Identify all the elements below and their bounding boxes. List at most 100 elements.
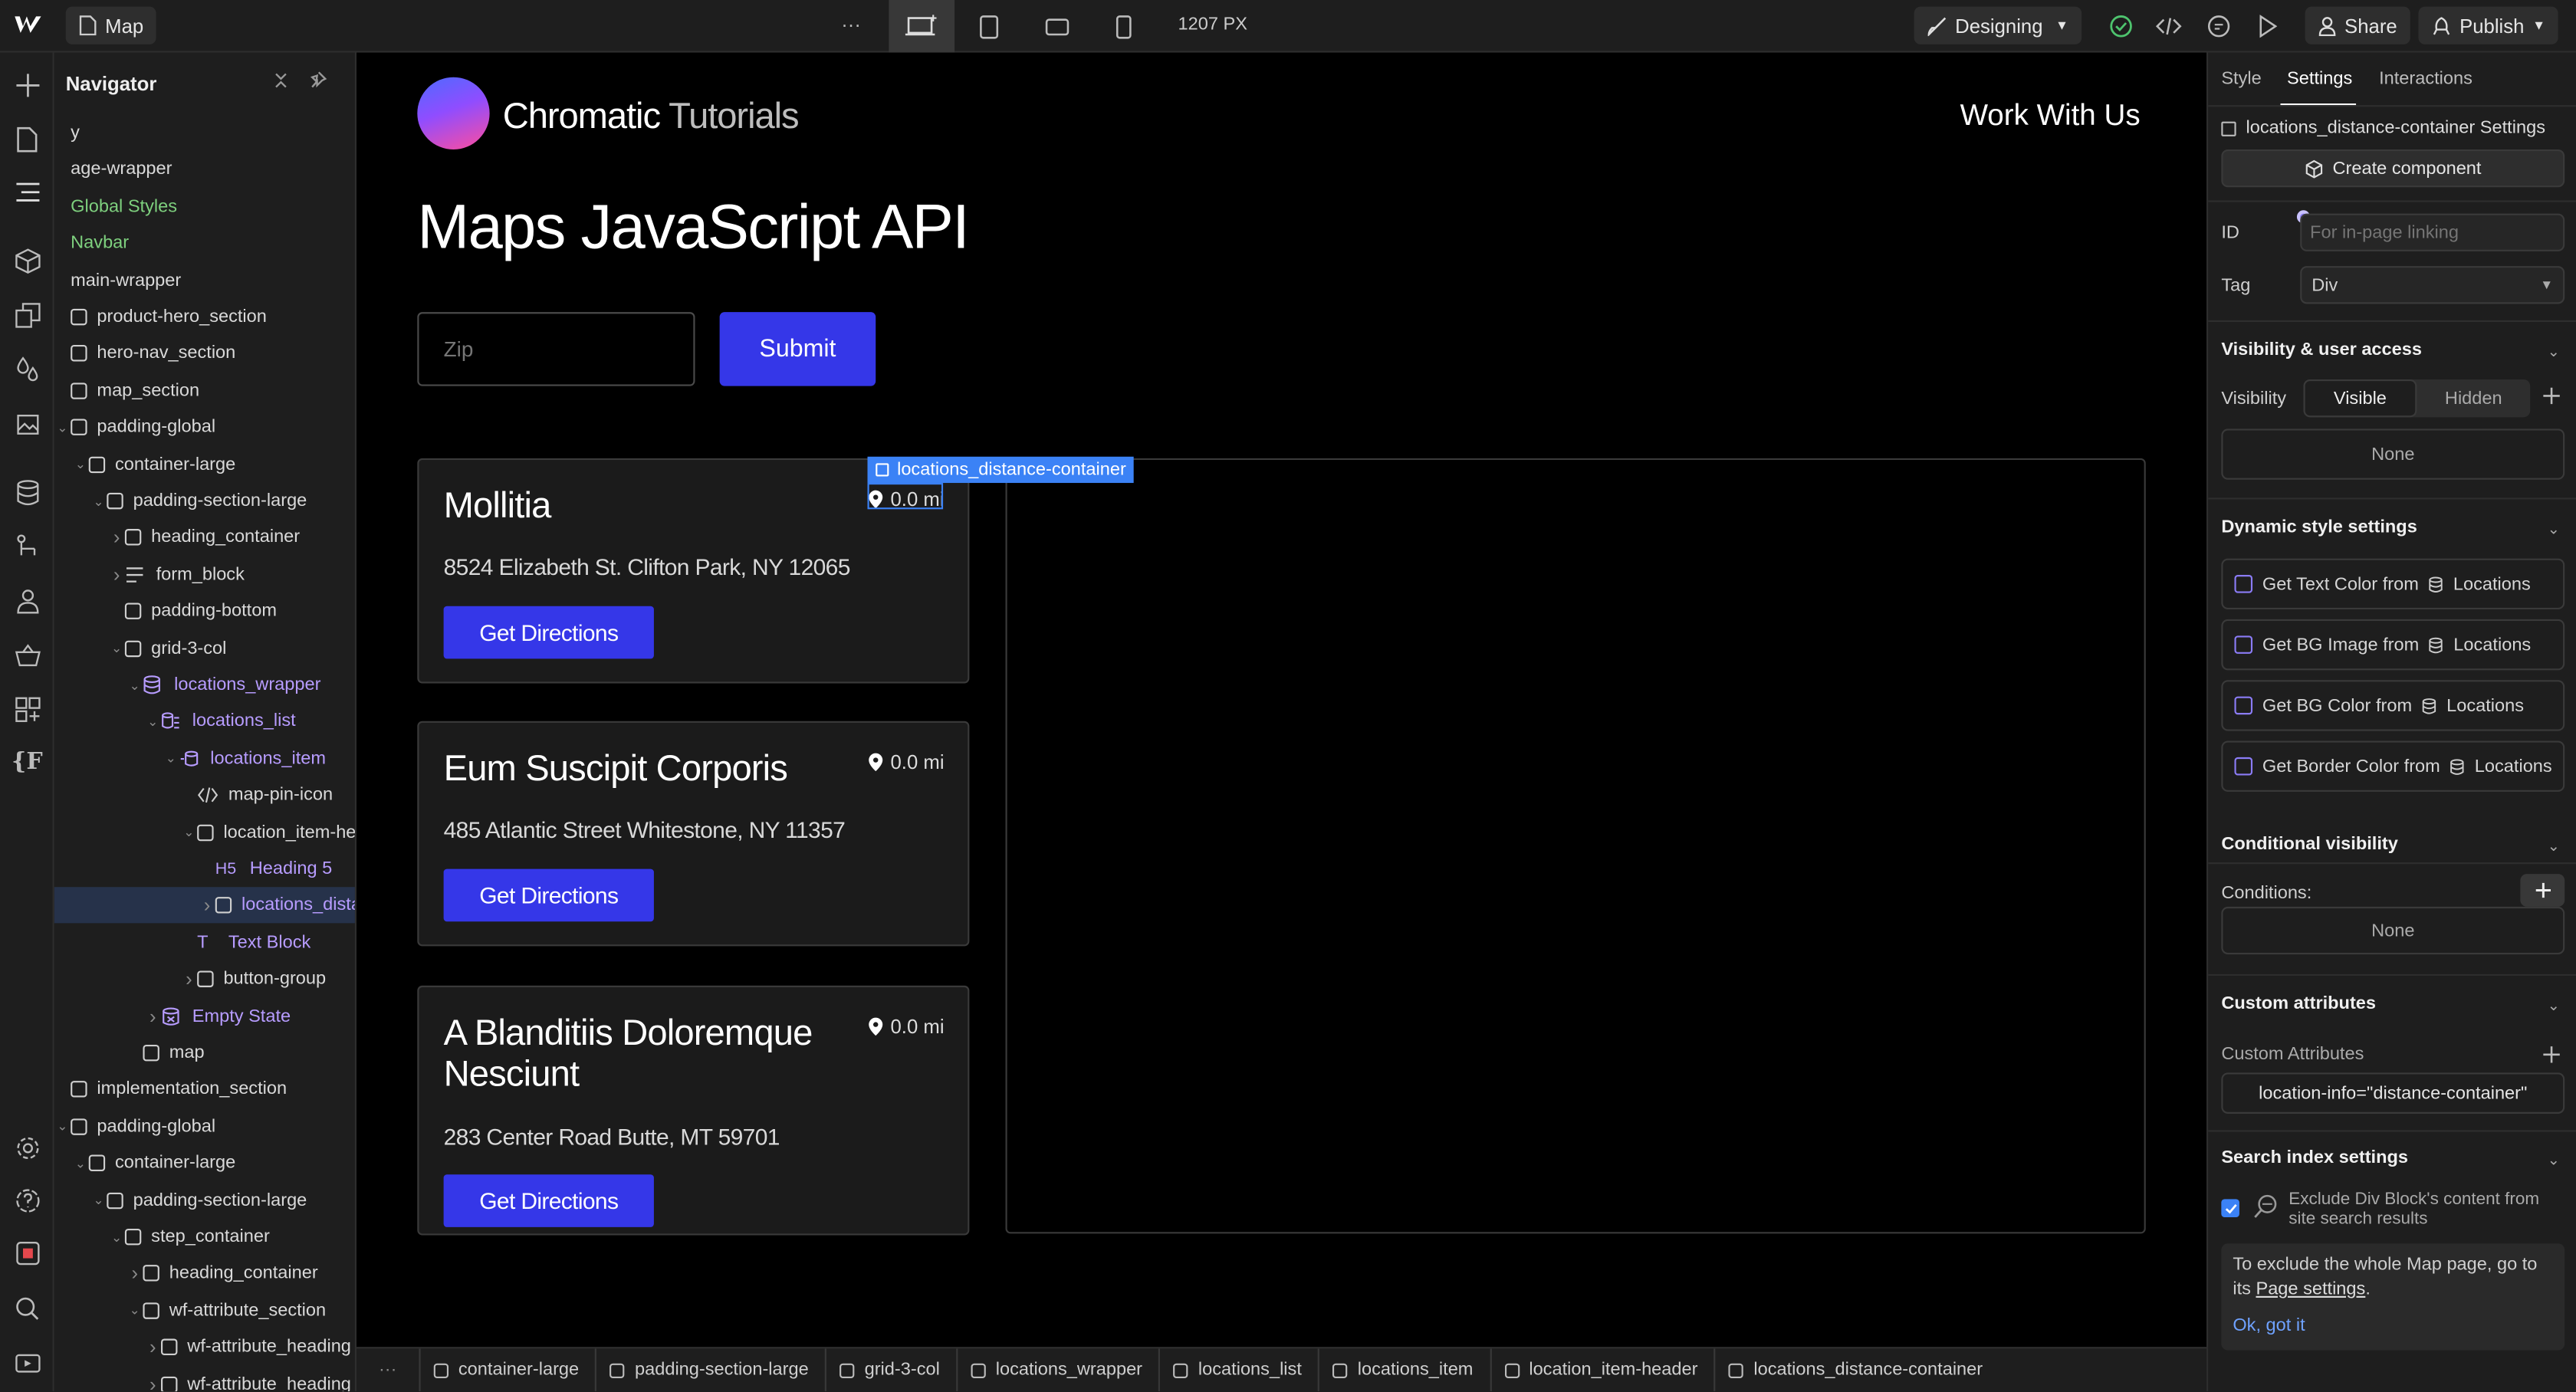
- breadcrumb-item[interactable]: locations_list: [1158, 1348, 1318, 1392]
- more-menu-button[interactable]: ···: [841, 13, 861, 36]
- chevron-down-icon[interactable]: ⌄: [2548, 343, 2560, 362]
- breadcrumb-item[interactable]: locations_distance-container: [1714, 1348, 1999, 1392]
- navigator-item[interactable]: H5 Heading 5: [54, 851, 355, 887]
- navigator-item[interactable]: ⌄ locations_list: [54, 704, 355, 740]
- navigator-item[interactable]: › heading_container: [54, 1256, 355, 1292]
- location-card[interactable]: Eum Suscipit Corporis 0.0 mi 485 Atlantic …: [417, 721, 970, 947]
- navigator-item[interactable]: › heading_container: [54, 520, 355, 556]
- navigator-item[interactable]: y: [54, 115, 355, 151]
- navigator-item[interactable]: age-wrapper: [54, 152, 355, 188]
- assets-icon[interactable]: [0, 399, 54, 448]
- navigator-item[interactable]: main-wrapper: [54, 262, 355, 298]
- navigator-item[interactable]: Navbar: [54, 225, 355, 261]
- dynamic-checkbox[interactable]: [2234, 635, 2253, 654]
- navigator-item[interactable]: ⌄ padding-global: [54, 409, 355, 445]
- custom-attributes-section-title[interactable]: Custom attributes: [2221, 994, 2376, 1014]
- navigator-item[interactable]: map_section: [54, 373, 355, 409]
- breadcrumb-item[interactable]: locations_wrapper: [956, 1348, 1158, 1392]
- visibility-toggle[interactable]: Visible Hidden: [2303, 379, 2531, 418]
- navigator-item[interactable]: ⌄ padding-section-large: [54, 483, 355, 519]
- breakpoint-tablet-icon[interactable]: [963, 0, 1016, 53]
- mode-switcher[interactable]: Designing ▼: [1914, 6, 2082, 44]
- navigator-item[interactable]: map-pin-icon: [54, 777, 355, 813]
- dynamic-section-title[interactable]: Dynamic style settings: [2221, 517, 2417, 537]
- cms-database-icon[interactable]: [0, 468, 54, 517]
- add-elements-icon[interactable]: [0, 61, 54, 110]
- chevron-down-icon[interactable]: ⌄: [127, 678, 143, 692]
- visibility-section-title[interactable]: Visibility & user access: [2221, 340, 2422, 360]
- dynamic-style-option[interactable]: Get Border Color from Locations: [2221, 740, 2565, 792]
- get-directions-button[interactable]: Get Directions: [443, 868, 654, 922]
- navigator-item[interactable]: ⌄ locations_wrapper: [54, 667, 355, 703]
- users-icon[interactable]: [0, 576, 54, 625]
- chevron-right-icon[interactable]: ›: [108, 527, 124, 550]
- chevron-right-icon[interactable]: ›: [108, 563, 124, 586]
- navigator-item[interactable]: ⌄ padding-global: [54, 1108, 355, 1144]
- navigator-item[interactable]: map: [54, 1035, 355, 1071]
- chevron-down-icon[interactable]: ⌄: [2548, 1151, 2560, 1170]
- navigator-item[interactable]: › locations_distance-container: [54, 888, 355, 924]
- navigator-item[interactable]: › form_block: [54, 556, 355, 593]
- selection-label[interactable]: locations_distance-container: [867, 456, 1135, 484]
- chevron-down-icon[interactable]: ⌄: [54, 1119, 71, 1134]
- nav-link-work-with-us[interactable]: Work With Us: [1960, 99, 2141, 133]
- breakpoint-desktop-icon[interactable]: [889, 0, 955, 53]
- tab-interactions[interactable]: Interactions: [2379, 69, 2472, 89]
- navigator-item[interactable]: › button-group: [54, 961, 355, 997]
- settings-gear-icon[interactable]: [0, 1124, 54, 1173]
- breadcrumb-item[interactable]: padding-section-large: [595, 1348, 826, 1392]
- visible-option[interactable]: Visible: [2303, 379, 2417, 418]
- breadcrumb-item[interactable]: container-large: [419, 1348, 595, 1392]
- chevron-down-icon[interactable]: ⌄: [108, 641, 124, 655]
- finsweet-f-icon[interactable]: {F: [0, 737, 54, 786]
- share-button[interactable]: Share: [2305, 6, 2410, 44]
- page-settings-link[interactable]: Page settings: [2256, 1279, 2365, 1299]
- exclude-checkbox[interactable]: [2221, 1199, 2239, 1217]
- breadcrumb-more[interactable]: ···: [356, 1360, 419, 1380]
- record-icon[interactable]: [0, 1229, 54, 1278]
- chevron-down-icon[interactable]: ⌄: [72, 457, 88, 471]
- breakpoint-landscape-icon[interactable]: [1030, 0, 1083, 53]
- navigator-item[interactable]: ⌄ container-large: [54, 1145, 355, 1181]
- preview-play-icon[interactable]: [2241, 0, 2294, 53]
- ok-got-it-link[interactable]: Ok, got it: [2233, 1314, 2553, 1338]
- add-visibility-icon[interactable]: [2542, 386, 2561, 406]
- add-attribute-icon[interactable]: [2542, 1045, 2561, 1065]
- custom-attribute-item[interactable]: location-info="distance-container": [2221, 1072, 2565, 1114]
- dynamic-style-option[interactable]: Get BG Image from Locations: [2221, 619, 2565, 671]
- navigator-item[interactable]: T Text Block: [54, 924, 355, 960]
- add-condition-button[interactable]: [2520, 874, 2565, 907]
- logic-flow-icon[interactable]: [0, 522, 54, 571]
- variables-icon[interactable]: [0, 345, 54, 394]
- chevron-down-icon[interactable]: ⌄: [90, 1193, 107, 1207]
- chevron-down-icon[interactable]: ⌄: [2548, 997, 2560, 1016]
- pin-icon[interactable]: [309, 71, 327, 89]
- chevron-down-icon[interactable]: ⌄: [2548, 838, 2560, 856]
- pages-icon[interactable]: [0, 115, 54, 164]
- chevron-down-icon[interactable]: ⌄: [90, 494, 107, 508]
- create-component-button[interactable]: Create component: [2221, 149, 2565, 188]
- location-card[interactable]: A Blanditiis Doloremque Nesciunt 0.0 mi 28…: [417, 985, 970, 1236]
- get-directions-button[interactable]: Get Directions: [443, 606, 654, 659]
- chevron-right-icon[interactable]: ›: [145, 1373, 161, 1391]
- tag-select[interactable]: Div ▼: [2300, 266, 2565, 304]
- dynamic-checkbox[interactable]: [2234, 575, 2253, 593]
- breadcrumb-item[interactable]: grid-3-col: [825, 1348, 956, 1392]
- page-switcher[interactable]: Map: [65, 6, 157, 44]
- dynamic-checkbox[interactable]: [2234, 757, 2253, 776]
- help-icon[interactable]: [0, 1176, 54, 1225]
- publish-button[interactable]: Publish ▼: [2418, 6, 2559, 44]
- navigator-item[interactable]: implementation_section: [54, 1072, 355, 1108]
- navigator-item[interactable]: product-hero_section: [54, 299, 355, 335]
- zip-input[interactable]: [417, 312, 695, 386]
- id-input[interactable]: [2300, 213, 2565, 251]
- chevron-right-icon[interactable]: ›: [127, 1262, 143, 1285]
- dynamic-checkbox[interactable]: [2234, 696, 2253, 715]
- comment-icon[interactable]: [2192, 0, 2245, 53]
- chevron-down-icon[interactable]: ⌄: [72, 1156, 88, 1170]
- search-index-section-title[interactable]: Search index settings: [2221, 1148, 2408, 1168]
- submit-button[interactable]: Submit: [719, 312, 876, 386]
- navigator-item[interactable]: hero-nav_section: [54, 336, 355, 372]
- hidden-option[interactable]: Hidden: [2417, 379, 2530, 417]
- get-directions-button[interactable]: Get Directions: [443, 1174, 654, 1227]
